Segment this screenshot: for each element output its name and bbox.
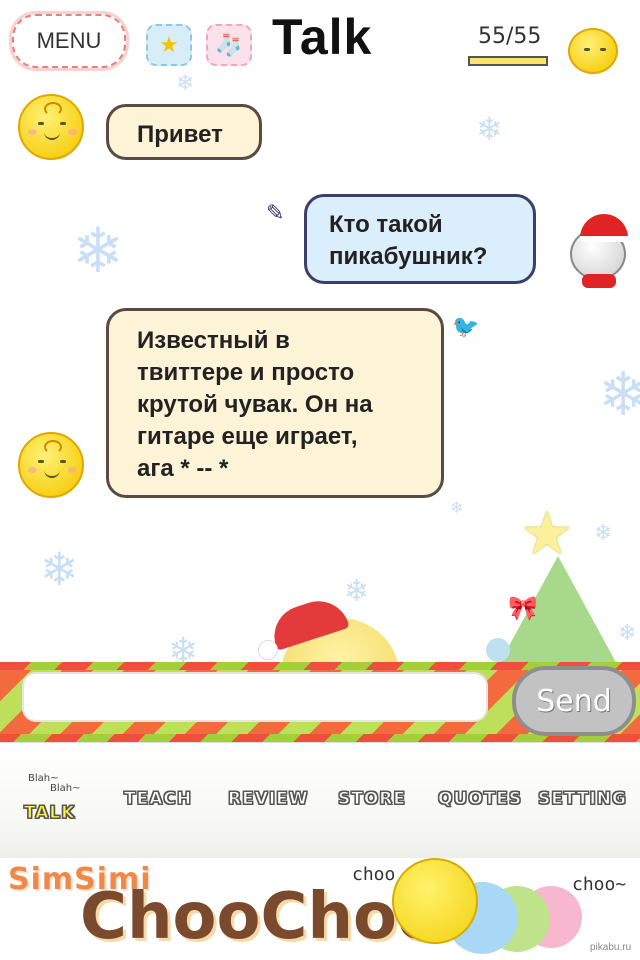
message-text-line: ага * -- * (137, 455, 229, 482)
tree-star-icon: ★ (520, 500, 574, 567)
simsimi-avatar (18, 94, 84, 160)
message-input[interactable] (22, 672, 488, 722)
tab-store[interactable]: STORE (338, 789, 406, 810)
banner-title: ChooChoo (80, 880, 441, 954)
snowflake-icon: ❄ (594, 520, 613, 545)
message-text-line: гитаре еще играет, (137, 423, 358, 450)
tab-quotes[interactable]: QUOTES (437, 789, 522, 810)
pencil-icon[interactable]: ✎ (266, 200, 284, 226)
banner-caption: choo (352, 864, 396, 885)
snowflake-icon: ❄ (40, 543, 79, 595)
message-text-line: Известный в (137, 327, 290, 354)
chick-avatar-icon[interactable] (568, 28, 618, 74)
tab-teach[interactable]: TEACH (123, 789, 192, 810)
stocking-icon[interactable]: 🧦 (206, 24, 252, 66)
level-progress-fill (470, 58, 546, 64)
tab-review[interactable]: REVIEW (228, 789, 309, 810)
message-text-line: крутой чувак. Он на (137, 391, 373, 418)
user-avatar (566, 214, 632, 290)
menu-label: MENU (36, 28, 102, 53)
snowflake-icon: ❄ (598, 361, 640, 428)
send-button[interactable]: Send (512, 666, 636, 736)
watermark: pikabu.ru (590, 942, 632, 953)
message-text-line: Кто такой (329, 211, 443, 238)
bow-icon: 🎀 (508, 595, 538, 622)
snowflake-icon: ❄ (618, 620, 637, 645)
user-message-bubble: Кто такой пикабушник? (304, 194, 536, 284)
banner-caption: choo~ (572, 874, 627, 895)
ad-banner[interactable]: SimSimi ChooChoo choo choo~ pikabu.ru (0, 858, 640, 960)
simsimi-message-bubble: Привет (106, 104, 262, 160)
level-progress-bar (468, 56, 548, 66)
ornament (486, 638, 510, 662)
snowflake-icon: ❄ (344, 575, 370, 608)
level-counter: 55/55 (478, 24, 542, 49)
send-label: Send (536, 683, 612, 719)
yellow-chick-icon (392, 858, 478, 944)
message-text-line: пикабушник? (329, 243, 488, 270)
tab-talk[interactable]: TALK (23, 803, 75, 824)
blah-decoration: Blah~ (50, 783, 81, 794)
tab-bar: Blah~ Blah~ TALK TEACH REVIEW STORE QUOT… (0, 742, 640, 860)
snowflake-icon: ❄ (176, 70, 195, 95)
bird-icon[interactable]: 🐦 (452, 314, 479, 340)
menu-button[interactable]: MENU (12, 14, 126, 68)
simsimi-avatar (18, 432, 84, 498)
page-title: Talk (272, 9, 373, 65)
snowflake-icon: ❄ (476, 111, 503, 147)
snowflake-icon: ❄ (450, 500, 464, 517)
star-icon[interactable]: ★ (146, 24, 192, 66)
hat-pompom (258, 640, 278, 660)
tab-setting[interactable]: SETTING (538, 789, 627, 810)
simsimi-message-bubble: Известный в твиттере и просто крутой чув… (106, 308, 444, 498)
message-text: Привет (137, 121, 223, 148)
message-text-line: твиттере и просто (137, 359, 355, 386)
snowflake-icon: ❄ (72, 217, 124, 286)
